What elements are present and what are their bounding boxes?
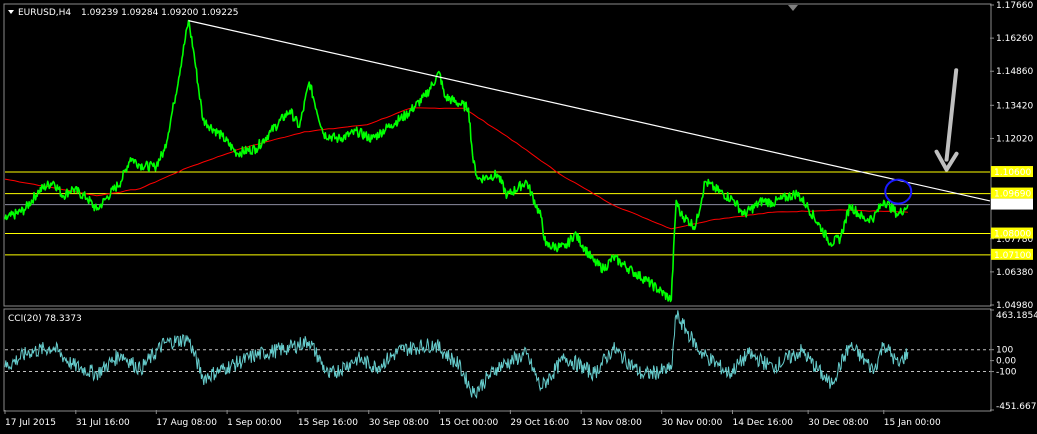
price-axis-label: 1.17660 (996, 1, 1033, 11)
time-axis-label: 15 Sep 16:00 (298, 418, 358, 428)
time-axis-label: 31 Jul 16:00 (76, 418, 130, 428)
cci-axis-label: -451.6679 (996, 402, 1037, 412)
price-axis-label: 1.06380 (996, 268, 1033, 278)
cci-axis-label: 0.00 (996, 357, 1016, 367)
price-level-tag-text: 1.10600 (994, 168, 1031, 178)
price-axis-label: 1.16260 (996, 34, 1033, 44)
time-axis-label: 15 Jan 00:00 (884, 418, 941, 428)
price-axis-label: 1.14860 (996, 67, 1033, 77)
time-axis-label: 14 Dec 16:00 (732, 418, 793, 428)
current-price-tag[interactable]: 1.09225 (991, 198, 1033, 211)
time-axis-label: 30 Nov 00:00 (662, 418, 723, 428)
price-level-tag[interactable]: 1.09690 (991, 187, 1033, 200)
trading-chart-window[interactable]: EURUSD,H4 1.09239 1.09284 1.09200 1.0922… (0, 0, 1037, 434)
time-axis-label: 17 Jul 2015 (5, 418, 56, 428)
price-axis-label: 1.13420 (996, 101, 1033, 111)
price-axis-label: 1.04980 (996, 301, 1033, 311)
time-axis-label: 1 Sep 00:00 (227, 418, 282, 428)
time-axis-label: 15 Oct 00:00 (440, 418, 499, 428)
cci-indicator-label: CCI(20) 78.3373 (8, 314, 82, 324)
price-level-tag-text: 1.08000 (994, 230, 1031, 240)
price-level-tag[interactable]: 1.08000 (991, 227, 1033, 240)
price-axis-label: 1.12020 (996, 134, 1033, 144)
price-level-tag[interactable]: 1.10600 (991, 166, 1033, 178)
price-level-tag-text: 1.07100 (994, 251, 1031, 261)
chart-background (0, 0, 1037, 434)
time-axis-label: 30 Sep 08:00 (369, 418, 429, 428)
time-axis-label: 29 Oct 16:00 (510, 418, 569, 428)
ohlc-values: 1.09239 1.09284 1.09200 1.09225 (81, 8, 238, 18)
price-level-tag[interactable]: 1.07100 (991, 248, 1033, 261)
time-axis-label: 13 Nov 08:00 (581, 418, 642, 428)
cci-axis-label: 463.1854 (996, 311, 1037, 321)
symbol-label: EURUSD,H4 (18, 8, 71, 18)
cci-axis-label: -100 (996, 368, 1017, 378)
cci-axis-label: 100 (996, 346, 1013, 356)
time-axis-label: 30 Dec 08:00 (808, 418, 869, 428)
current-price-tag-text: 1.09225 (994, 201, 1031, 211)
time-axis-label: 17 Aug 08:00 (156, 418, 217, 428)
price-level-tag-text: 1.09690 (994, 190, 1031, 200)
